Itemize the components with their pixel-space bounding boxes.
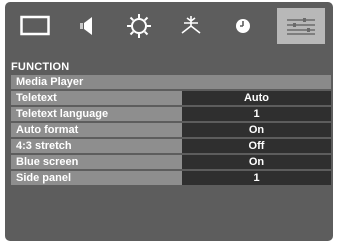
menu-value[interactable]: On bbox=[182, 155, 331, 169]
menu-row-auto-format[interactable]: Auto format On bbox=[11, 123, 331, 137]
menu-label: Teletext bbox=[11, 91, 182, 105]
menu-value[interactable]: On bbox=[182, 123, 331, 137]
menu-label: Blue screen bbox=[11, 155, 182, 169]
menu-label: Teletext language bbox=[11, 107, 182, 121]
tab-function[interactable] bbox=[277, 8, 325, 44]
menu-row-teletext-language[interactable]: Teletext language 1 bbox=[11, 107, 331, 121]
tab-timer[interactable] bbox=[219, 8, 267, 44]
menu-row-4-3-stretch[interactable]: 4:3 stretch Off bbox=[11, 139, 331, 153]
menu-value[interactable]: 1 bbox=[182, 171, 331, 185]
function-icon bbox=[287, 18, 315, 35]
tab-sound[interactable] bbox=[63, 8, 111, 44]
menu-label: Auto format bbox=[11, 123, 182, 137]
menu-row-blue-screen[interactable]: Blue screen On bbox=[11, 155, 331, 169]
setup-icon bbox=[127, 14, 151, 38]
menu-label: 4:3 stretch bbox=[11, 139, 182, 153]
menu-row-teletext[interactable]: Teletext Auto bbox=[11, 91, 331, 105]
tab-picture[interactable] bbox=[11, 8, 59, 44]
menu-row-side-panel[interactable]: Side panel 1 bbox=[11, 171, 331, 185]
menu-value[interactable]: 1 bbox=[182, 107, 331, 121]
timer-icon bbox=[236, 19, 250, 33]
tab-installation[interactable] bbox=[167, 8, 215, 44]
sound-icon bbox=[80, 17, 92, 35]
menu-tab-bar bbox=[5, 8, 333, 44]
menu-value[interactable]: Auto bbox=[182, 91, 331, 105]
tv-menu-screen: FUNCTION Media Player Teletext Auto Tele… bbox=[0, 0, 337, 245]
installation-icon bbox=[181, 16, 201, 34]
function-menu: Media Player Teletext Auto Teletext lang… bbox=[11, 75, 331, 187]
menu-row-media-player[interactable]: Media Player bbox=[11, 75, 331, 89]
section-title: FUNCTION bbox=[11, 61, 70, 73]
menu-label: Side panel bbox=[11, 171, 182, 185]
tab-setup[interactable] bbox=[115, 8, 163, 44]
menu-value[interactable]: Off bbox=[182, 139, 331, 153]
menu-label: Media Player bbox=[11, 75, 331, 89]
menu-panel: FUNCTION Media Player Teletext Auto Tele… bbox=[5, 2, 333, 241]
picture-icon bbox=[20, 15, 50, 36]
